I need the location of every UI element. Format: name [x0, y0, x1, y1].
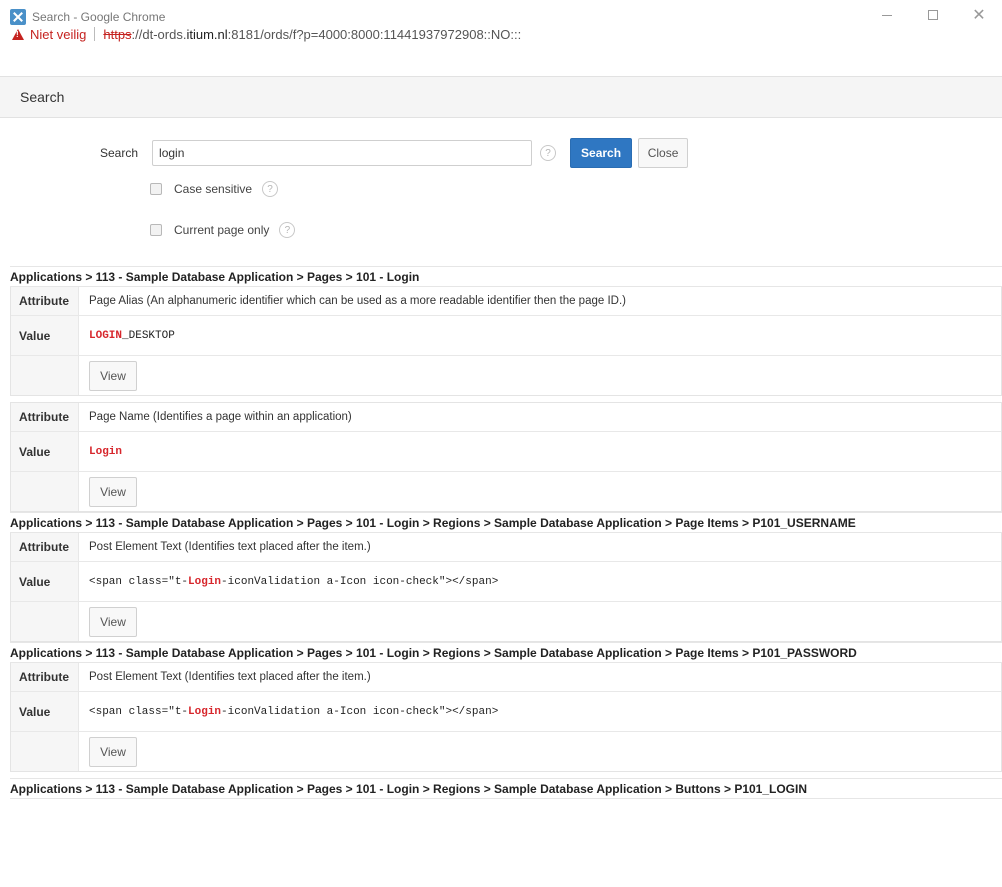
action-cell: View	[78, 732, 1001, 771]
value-prefix: <span class="t-	[89, 575, 189, 588]
view-button[interactable]: View	[89, 476, 137, 507]
match-highlight: LOGIN	[89, 329, 123, 342]
warning-icon[interactable]	[12, 28, 24, 40]
value-text: <span class="t- Login -iconValidation a-Ic…	[78, 692, 1001, 731]
action-cell: View	[78, 472, 1001, 511]
match-highlight: Login	[188, 705, 222, 718]
address-bar[interactable]: Niet veilig https://dt-ords.itium.nl:818…	[0, 22, 1002, 46]
search-results: Applications > 113 - Sample Database App…	[10, 266, 1002, 799]
value-text: LOGIN _DESKTOP	[78, 316, 1001, 355]
table-row: View	[11, 471, 1001, 511]
result-breadcrumb: Applications > 113 - Sample Database App…	[10, 778, 1002, 799]
current-page-only-label[interactable]: Current page only	[174, 223, 269, 237]
match-highlight: Login	[188, 575, 222, 588]
result-table: Attribute Post Element Text (Identifies …	[10, 663, 1002, 772]
table-row: Attribute Post Element Text (Identifies …	[11, 533, 1001, 561]
table-row: Value LOGIN _DESKTOP	[11, 315, 1001, 355]
empty-header	[11, 472, 78, 511]
result-breadcrumb: Applications > 113 - Sample Database App…	[10, 642, 1002, 663]
table-row: Attribute Page Alias (An alphanumeric id…	[11, 287, 1001, 315]
attribute-header: Attribute	[11, 287, 78, 315]
result-table: Attribute Post Element Text (Identifies …	[10, 533, 1002, 642]
empty-header	[11, 602, 78, 641]
result-breadcrumb: Applications > 113 - Sample Database App…	[10, 512, 1002, 533]
table-row: View	[11, 601, 1001, 641]
case-sensitive-help-icon[interactable]: ?	[262, 181, 279, 197]
url-scheme: https	[103, 26, 132, 42]
search-help-icon[interactable]: ?	[540, 145, 557, 161]
result-table: Attribute Page Name (Identifies a page w…	[10, 402, 1002, 512]
dialog-header: Search	[0, 76, 1002, 118]
search-row: Search ? Search Close	[100, 138, 689, 168]
value-prefix: <span class="t-	[89, 705, 189, 718]
table-row: Value <span class="t- Login -iconValidatio…	[11, 691, 1001, 731]
case-sensitive-checkbox[interactable]	[150, 183, 162, 195]
value-text: Login	[78, 432, 1001, 471]
url-host: itium.nl	[186, 26, 228, 42]
view-button[interactable]: View	[89, 606, 137, 637]
attribute-text: Post Element Text (Identifies text place…	[78, 533, 1001, 561]
current-page-help-icon[interactable]: ?	[279, 222, 296, 238]
url-path: :8181/ords/f?p=4000:8000:11441937972908:…	[227, 26, 522, 42]
table-row: Value <span class="t- Login -iconValidatio…	[11, 561, 1001, 601]
table-row: View	[11, 731, 1001, 771]
empty-header	[11, 356, 78, 395]
attribute-header: Attribute	[11, 533, 78, 561]
attribute-header: Attribute	[11, 403, 78, 431]
action-cell: View	[78, 356, 1001, 395]
value-suffix: -iconValidation a-Icon icon-check"></spa…	[221, 575, 499, 588]
empty-header	[11, 732, 78, 771]
attribute-text: Page Name (Identifies a page within an a…	[78, 403, 1001, 431]
current-page-only-checkbox[interactable]	[150, 224, 162, 236]
dialog-title: Search	[20, 89, 65, 105]
match-highlight: Login	[89, 445, 123, 458]
attribute-header: Attribute	[11, 663, 78, 691]
attribute-text: Page Alias (An alphanumeric identifier w…	[78, 287, 1001, 315]
security-label[interactable]: Niet veilig	[30, 27, 86, 42]
value-rest: _DESKTOP	[122, 329, 175, 342]
current-page-row: Current page only ?	[150, 222, 296, 238]
search-input[interactable]	[152, 140, 533, 166]
result-table: Attribute Page Alias (An alphanumeric id…	[10, 287, 1002, 396]
search-label: Search	[100, 146, 139, 160]
table-row: Attribute Page Name (Identifies a page w…	[11, 403, 1001, 431]
value-suffix: -iconValidation a-Icon icon-check"></spa…	[221, 705, 499, 718]
value-text: <span class="t- Login -iconValidation a-Ic…	[78, 562, 1001, 601]
result-breadcrumb: Applications > 113 - Sample Database App…	[10, 266, 1002, 287]
value-header: Value	[11, 316, 78, 355]
search-button[interactable]: Search	[570, 138, 633, 168]
view-button[interactable]: View	[89, 736, 137, 767]
table-row: Attribute Post Element Text (Identifies …	[11, 663, 1001, 691]
action-cell: View	[78, 602, 1001, 641]
view-button[interactable]: View	[89, 360, 137, 391]
attribute-text: Post Element Text (Identifies text place…	[78, 663, 1001, 691]
value-header: Value	[11, 692, 78, 731]
table-row: Value Login	[11, 431, 1001, 471]
table-row: View	[11, 355, 1001, 395]
case-sensitive-row: Case sensitive ?	[150, 181, 279, 197]
case-sensitive-label[interactable]: Case sensitive	[174, 182, 252, 196]
value-header: Value	[11, 432, 78, 471]
value-header: Value	[11, 562, 78, 601]
url-host-prefix: ://dt-ords.	[131, 26, 187, 42]
close-button[interactable]: Close	[638, 138, 689, 168]
address-separator	[94, 27, 96, 41]
